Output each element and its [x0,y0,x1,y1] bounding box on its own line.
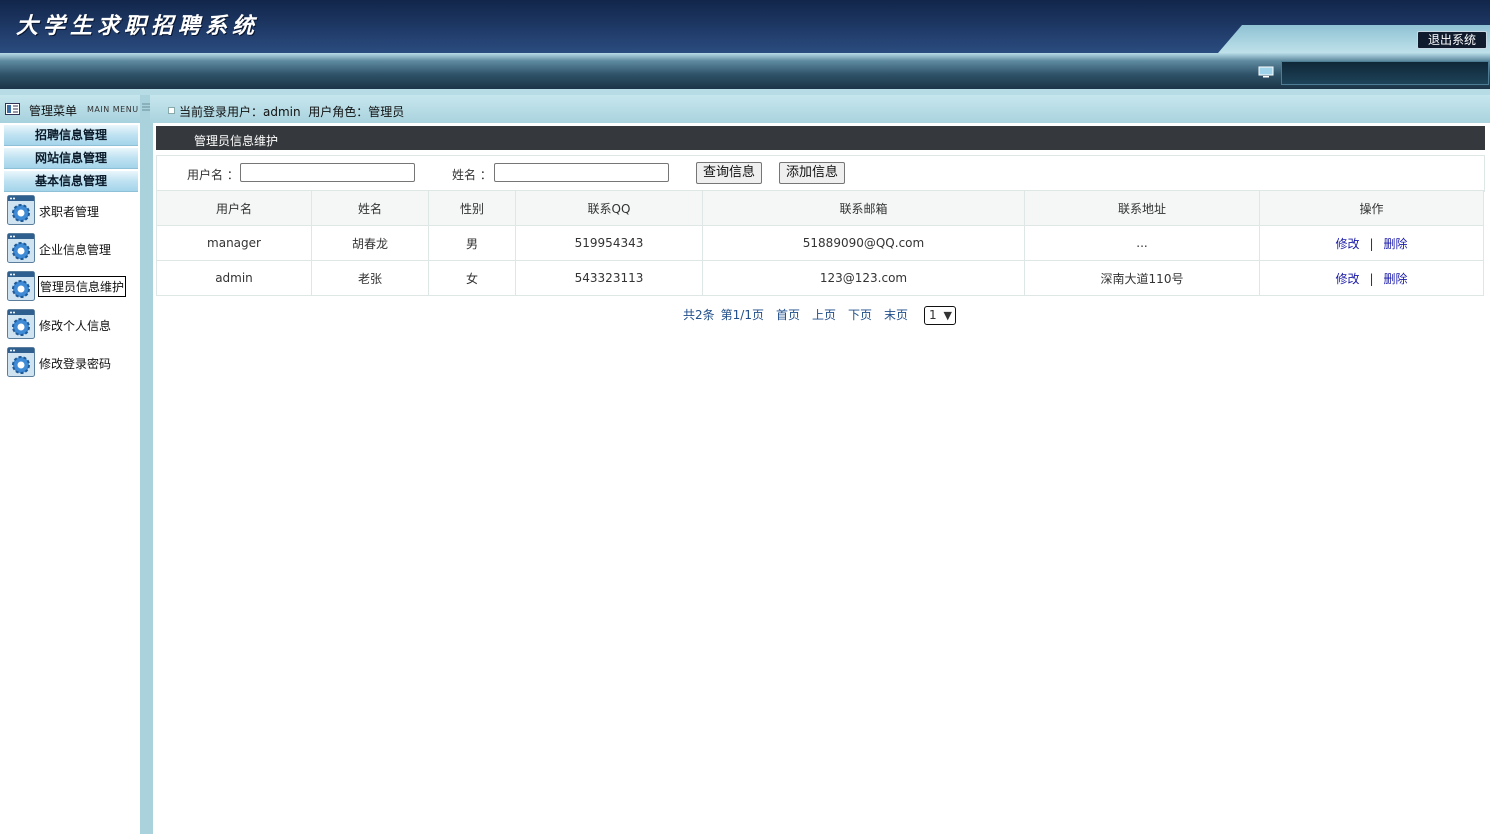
cell-username: admin [156,260,312,296]
edit-link[interactable]: 修改 [1335,237,1359,251]
cell-address: 深南大道110号 [1024,260,1260,296]
sidebar: 管理菜单 MAIN MENU 招聘信息管理 网站信息管理 基本信息管理 求职者管… [0,95,140,834]
search-form: 用户名 ： 姓名 ： 查询信息 添加信息 [156,155,1485,192]
logout-button[interactable]: 退出系统 [1417,31,1487,49]
col-header-email: 联系邮箱 [702,190,1025,226]
sidebar-item-change-password[interactable]: 修改登录密码 [7,347,137,377]
pager-first-link[interactable]: 首页 [776,308,800,322]
system-title: 大学生求职招聘系统 [16,13,260,39]
cell-username: manager [156,225,312,261]
cell-email: 51889090@QQ.com [702,225,1025,261]
sidebar-item-label: 修改个人信息 [39,319,112,333]
pager-total: 共2条 [683,308,715,322]
sidebar-item-edit-profile[interactable]: 修改个人信息 [7,309,137,339]
panel-title: 管理员信息维护 [194,134,279,148]
cell-address: ... [1024,225,1260,261]
current-user-text: 当前登录用户：admin 用户角色：管理员 [179,105,405,119]
bullet-icon [168,107,175,114]
page-select-value: 1 [929,308,937,322]
sidebar-item-admin-maintenance[interactable]: 管理员信息维护 [7,271,137,301]
cell-actions: 修改 | 删除 [1259,225,1484,261]
table-row: admin 老张 女 543323113 123@123.com 深南大道110… [156,260,1484,296]
nav-info-box [1281,61,1489,85]
cell-gender: 女 [428,260,516,296]
cell-email: 123@123.com [702,260,1025,296]
delete-link[interactable]: 删除 [1384,272,1408,286]
user-status-bar: 当前登录用户：admin 用户角色：管理员 [150,95,1490,123]
add-button[interactable]: 添加信息 [779,162,846,184]
chevron-down-icon: ▼ [943,309,952,322]
sidebar-item-companies[interactable]: 企业信息管理 [7,233,137,263]
col-header-actions: 操作 [1259,190,1484,226]
name-label: 姓名 ： [452,168,492,182]
panel-header: 管理员信息维护 [156,126,1485,150]
col-header-name: 姓名 [311,190,429,226]
sidebar-item-job-seekers[interactable]: 求职者管理 [7,195,137,225]
top-banner: 大学生求职招聘系统 [0,0,1490,53]
sidebar-item-label: 企业信息管理 [39,243,112,257]
col-header-username: 用户名 [156,190,312,226]
username-search-input[interactable] [240,163,415,182]
col-header-address: 联系地址 [1024,190,1260,226]
query-button[interactable]: 查询信息 [696,162,763,184]
cell-qq: 543323113 [515,260,703,296]
monitor-icon[interactable] [1258,66,1274,78]
sidebar-item-label: 管理员信息维护 [38,276,127,297]
table-row: manager 胡春龙 男 519954343 51889090@QQ.com … [156,225,1484,261]
nav-strip [0,53,1490,89]
sidebar-subtitle: MAIN MENU [87,105,139,114]
sidebar-item-label: 求职者管理 [39,205,100,219]
action-separator: | [1369,236,1374,251]
pager-next-link[interactable]: 下页 [848,308,872,322]
splitter-grip-icon[interactable] [142,103,150,113]
sidebar-splitter[interactable] [140,95,150,834]
gear-icon [7,347,35,377]
action-separator: | [1369,271,1374,286]
pager-prev-link[interactable]: 上页 [812,308,836,322]
name-search-input[interactable] [494,163,669,182]
category-website[interactable]: 网站信息管理 [4,147,138,169]
category-basic[interactable]: 基本信息管理 [4,170,138,192]
edit-link[interactable]: 修改 [1335,272,1359,286]
pager-last-link[interactable]: 末页 [884,308,908,322]
table-header-row: 用户名 姓名 性别 联系QQ 联系邮箱 联系地址 操作 [156,190,1484,226]
col-header-qq: 联系QQ [515,190,703,226]
cell-name: 胡春龙 [311,225,429,261]
cell-actions: 修改 | 删除 [1259,260,1484,296]
admin-table: 用户名 姓名 性别 联系QQ 联系邮箱 联系地址 操作 manager 胡春龙 … [156,190,1484,296]
pager-page-info: 第1/1页 [720,308,764,322]
gear-icon [7,195,35,225]
gear-icon [7,309,35,339]
menu-icon [5,103,20,115]
cell-qq: 519954343 [515,225,703,261]
cell-name: 老张 [311,260,429,296]
sidebar-item-label: 修改登录密码 [39,357,112,371]
col-header-gender: 性别 [428,190,516,226]
delete-link[interactable]: 删除 [1384,237,1408,251]
username-label: 用户名 ： [187,168,239,182]
sidebar-header: 管理菜单 MAIN MENU [0,95,140,123]
sidebar-title: 管理菜单 [29,104,78,118]
category-recruitment[interactable]: 招聘信息管理 [4,124,138,146]
gear-icon [7,271,35,301]
page-select[interactable]: 1 ▼ [924,306,956,325]
cell-gender: 男 [428,225,516,261]
pagination: 共2条 第1/1页 首页 上页 下页 末页 [683,306,920,323]
gear-icon [7,233,35,263]
